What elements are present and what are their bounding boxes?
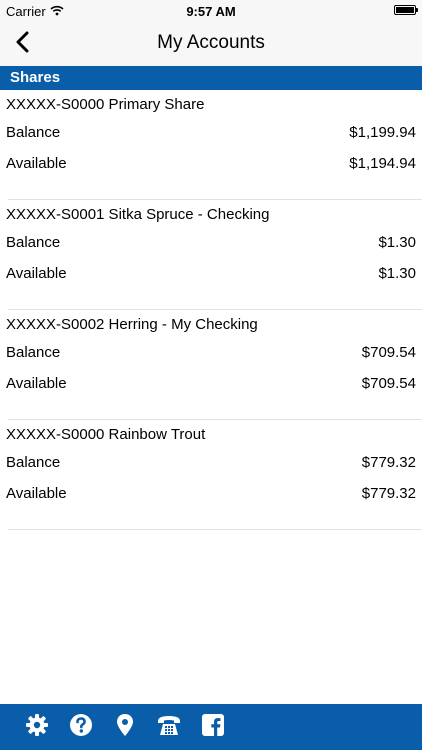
balance-label: Balance (6, 344, 61, 361)
available-value: $779.32 (361, 485, 416, 502)
call-button[interactable] (156, 714, 182, 740)
nav-bar: My Accounts (0, 22, 422, 66)
section-header-shares: Shares (0, 66, 422, 90)
help-button[interactable] (68, 713, 94, 742)
gear-icon (25, 713, 49, 742)
balance-row: Balance $1.30 (6, 234, 416, 251)
account-name: XXXXX-S0000 Rainbow Trout (6, 426, 206, 443)
status-bar: Carrier 9:57 AM (0, 0, 422, 22)
phone-icon (156, 713, 182, 742)
settings-button[interactable] (24, 713, 50, 742)
available-row: Available $779.32 (6, 485, 416, 502)
bottom-toolbar (0, 704, 422, 750)
available-value: $1.30 (378, 265, 416, 282)
balance-value: $709.54 (361, 344, 416, 361)
balance-row: Balance $779.32 (6, 454, 416, 471)
location-pin-icon (115, 713, 135, 742)
locations-button[interactable] (112, 713, 138, 742)
divider (8, 529, 422, 530)
available-label: Available (6, 375, 67, 392)
account-item[interactable]: XXXXX-S0000 Primary Share Balance $1,199… (0, 90, 422, 200)
available-label: Available (6, 155, 67, 172)
balance-value: $1,199.94 (349, 124, 416, 141)
account-item[interactable]: XXXXX-S0000 Rainbow Trout Balance $779.3… (0, 420, 422, 530)
balance-value: $1.30 (378, 234, 416, 251)
status-time: 9:57 AM (186, 4, 236, 19)
available-value: $1,194.94 (349, 155, 416, 172)
balance-row: Balance $709.54 (6, 344, 416, 361)
available-row: Available $1,194.94 (6, 155, 416, 172)
facebook-button[interactable] (200, 713, 226, 741)
account-item[interactable]: XXXXX-S0002 Herring - My Checking Balanc… (0, 310, 422, 420)
page-title: My Accounts (157, 32, 265, 53)
available-value: $709.54 (361, 375, 416, 392)
balance-row: Balance $1,199.94 (6, 124, 416, 141)
available-row: Available $1.30 (6, 265, 416, 282)
account-item[interactable]: XXXXX-S0001 Sitka Spruce - Checking Bala… (0, 200, 422, 310)
account-name: XXXXX-S0000 Primary Share (6, 96, 205, 113)
balance-label: Balance (6, 454, 61, 471)
available-label: Available (6, 485, 67, 502)
chevron-left-icon (15, 31, 29, 58)
balance-value: $779.32 (361, 454, 416, 471)
account-name: XXXXX-S0002 Herring - My Checking (6, 316, 258, 333)
account-name: XXXXX-S0001 Sitka Spruce - Checking (6, 206, 270, 223)
available-row: Available $709.54 (6, 375, 416, 392)
balance-label: Balance (6, 124, 61, 141)
facebook-icon (202, 713, 224, 741)
back-button[interactable] (6, 28, 38, 60)
available-label: Available (6, 265, 67, 282)
battery-fill (396, 7, 414, 13)
balance-label: Balance (6, 234, 61, 251)
account-list: XXXXX-S0000 Primary Share Balance $1,199… (0, 90, 422, 530)
battery-icon (394, 5, 418, 15)
help-icon (69, 713, 93, 742)
